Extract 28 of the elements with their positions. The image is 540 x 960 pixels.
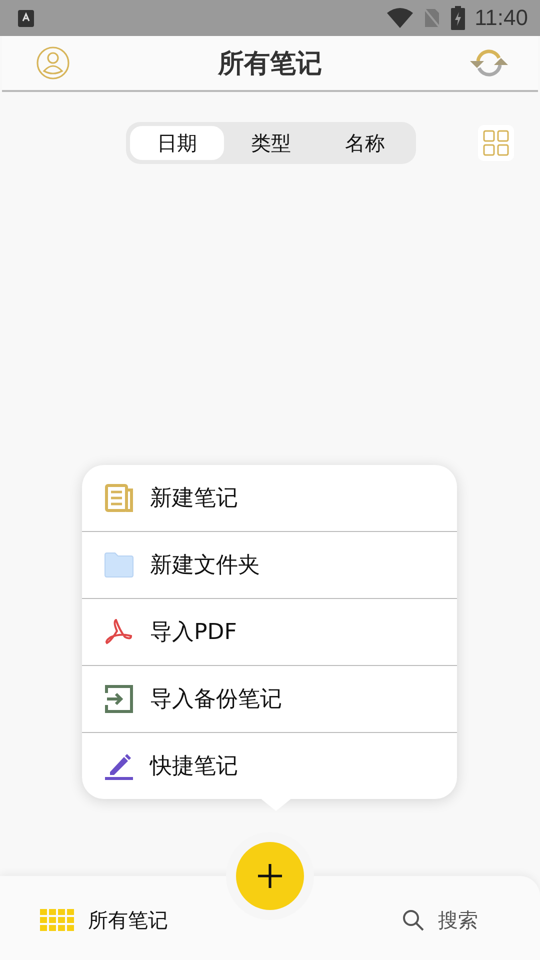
no-sim-icon (422, 7, 441, 29)
menu-item[interactable]: 导入PDF (150, 617, 237, 647)
page-title: 所有笔记 (218, 48, 322, 80)
folder-icon (104, 552, 134, 578)
account-icon[interactable] (36, 46, 70, 80)
sync-icon[interactable] (470, 48, 508, 78)
clock-time: 11:40 (474, 5, 528, 31)
search-icon (402, 909, 424, 931)
menu-item[interactable]: 导入备份笔记 (150, 684, 282, 714)
sort-tab[interactable]: 日期 (130, 126, 224, 160)
import-icon (105, 685, 133, 713)
nav-tab[interactable]: 所有笔记 (88, 906, 168, 934)
menu-item[interactable]: 新建文件夹 (150, 550, 260, 580)
keyboard-icon (18, 10, 34, 26)
plus-icon (258, 864, 282, 888)
wifi-icon (386, 8, 413, 28)
nav-tab[interactable]: 搜索 (438, 906, 478, 934)
battery-icon (450, 6, 465, 30)
pencil-icon (105, 752, 133, 780)
add-button[interactable] (236, 842, 304, 910)
pdf-icon (105, 619, 133, 645)
grid-icon (40, 909, 74, 931)
sort-tab[interactable]: 类型 (224, 126, 318, 160)
menu-item[interactable]: 新建笔记 (150, 483, 238, 513)
grid-view-button[interactable] (478, 125, 514, 161)
sort-tab[interactable]: 名称 (318, 126, 412, 160)
note-icon (105, 484, 133, 512)
menu-item[interactable]: 快捷笔记 (150, 751, 238, 781)
